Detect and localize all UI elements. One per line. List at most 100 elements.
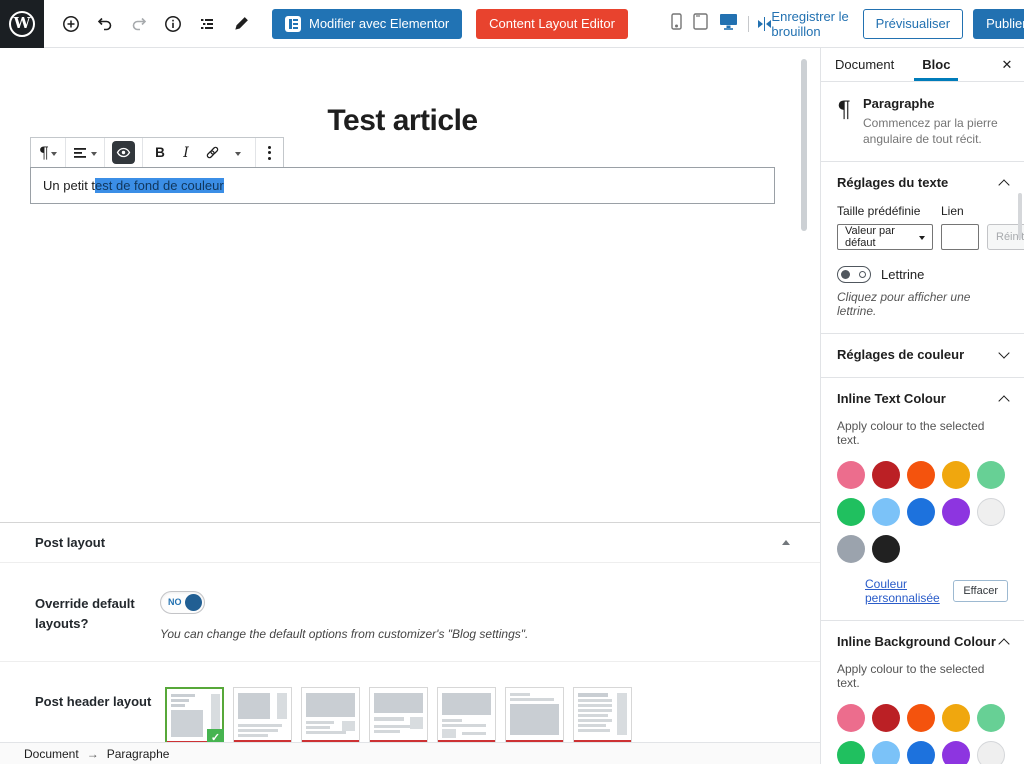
settings-sidebar: Document Bloc ✕ ¶ Paragraphe Commencez p… xyxy=(820,48,1024,764)
collapse-width-icon[interactable] xyxy=(758,17,772,31)
font-size-select[interactable]: Valeur par défaut xyxy=(837,224,933,250)
color-swatch[interactable] xyxy=(872,704,900,732)
wordpress-block-editor: W Modifier avec Elementor xyxy=(0,0,1024,764)
inline-text-colour-header[interactable]: Inline Text Colour xyxy=(837,391,1008,406)
desktop-preview-icon[interactable] xyxy=(718,12,739,36)
topbar-right-actions: Enregistrer le brouillon Prévisualiser P… xyxy=(771,9,1024,39)
color-settings-section: Réglages de couleur xyxy=(821,334,1024,378)
color-swatch[interactable] xyxy=(907,704,935,732)
selected-text: est de fond de couleur xyxy=(95,178,224,193)
color-swatch[interactable] xyxy=(837,704,865,732)
breadcrumb-arrow-icon: → xyxy=(87,747,99,761)
edit-with-elementor-button[interactable]: Modifier avec Elementor xyxy=(272,9,462,39)
text-colour-palette xyxy=(837,461,1009,563)
clear-colour-button[interactable]: Effacer xyxy=(953,580,1008,602)
block-toolbar: ¶ xyxy=(30,137,284,168)
layout-preview xyxy=(370,688,427,740)
breadcrumb: Document → Paragraphe xyxy=(0,742,820,764)
color-swatch[interactable] xyxy=(837,461,865,489)
color-swatch[interactable] xyxy=(907,461,935,489)
color-swatch[interactable] xyxy=(837,535,865,563)
text-settings-section: Réglages du texte Taille prédéfinie Lien… xyxy=(821,162,1024,334)
preview-button[interactable]: Prévisualiser xyxy=(863,9,963,39)
list-view-icon[interactable] xyxy=(192,9,222,39)
color-swatch[interactable] xyxy=(942,741,970,764)
edit-pencil-icon[interactable] xyxy=(226,9,256,39)
override-layouts-hint: You can change the default options from … xyxy=(160,627,528,641)
color-swatch[interactable] xyxy=(837,498,865,526)
font-size-label: Taille prédéfinie xyxy=(837,204,941,218)
layout-preview xyxy=(234,688,291,740)
wordpress-w-icon: W xyxy=(9,11,35,37)
layout-preview xyxy=(438,688,495,740)
close-icon[interactable]: ✕ xyxy=(990,48,1024,81)
color-swatch[interactable] xyxy=(977,704,1005,732)
breadcrumb-document[interactable]: Document xyxy=(24,747,79,761)
inline-background-colour-header[interactable]: Inline Background Colour xyxy=(837,634,1008,649)
chevron-down-icon xyxy=(998,348,1009,359)
color-swatch[interactable] xyxy=(977,498,1005,526)
toolbar-separator xyxy=(748,16,749,32)
paragraph-text: Un petit test de fond de couleur xyxy=(43,178,224,193)
color-settings-header[interactable]: Réglages de couleur xyxy=(837,347,1008,362)
editor-scrollbar[interactable] xyxy=(801,59,807,231)
inline-background-colour-section: Inline Background Colour Apply colour to… xyxy=(821,621,1024,764)
undo-button[interactable] xyxy=(90,9,120,39)
italic-button[interactable]: I xyxy=(173,138,199,167)
block-type-button[interactable]: ¶ xyxy=(35,138,61,167)
wordpress-logo[interactable]: W xyxy=(0,0,44,48)
override-layouts-toggle[interactable]: NO xyxy=(160,591,205,614)
inline-background-colour-hint: Apply colour to the selected text. xyxy=(837,662,1008,690)
color-swatch[interactable] xyxy=(942,461,970,489)
tab-document[interactable]: Document xyxy=(821,48,908,81)
redo-button[interactable] xyxy=(124,9,154,39)
toggle-knob xyxy=(185,594,202,611)
editor-topbar: W Modifier avec Elementor xyxy=(0,0,1024,48)
color-swatch[interactable] xyxy=(977,741,1005,764)
color-swatch[interactable] xyxy=(837,741,865,764)
block-card: ¶ Paragraphe Commencez par la pierre ang… xyxy=(821,82,1024,162)
align-left-icon xyxy=(73,146,89,160)
background-colour-palette xyxy=(837,704,1009,764)
color-swatch[interactable] xyxy=(872,498,900,526)
details-icon[interactable] xyxy=(158,9,188,39)
sidebar-tabs: Document Bloc ✕ xyxy=(821,48,1024,82)
content-layout-editor-button[interactable]: Content Layout Editor xyxy=(476,9,628,39)
bold-button[interactable]: B xyxy=(147,138,173,167)
post-title[interactable]: Test article xyxy=(30,104,775,138)
highlight-tool-button[interactable] xyxy=(109,138,138,167)
color-swatch[interactable] xyxy=(872,535,900,563)
breadcrumb-current: Paragraphe xyxy=(107,747,170,761)
layout-preview xyxy=(574,688,631,740)
metabox-header[interactable]: Post layout xyxy=(0,523,820,563)
color-swatch[interactable] xyxy=(872,461,900,489)
topbar-tools xyxy=(56,9,256,39)
color-swatch[interactable] xyxy=(942,704,970,732)
dropcap-toggle[interactable] xyxy=(837,266,871,283)
tab-bloc[interactable]: Bloc xyxy=(908,48,964,81)
color-swatch[interactable] xyxy=(942,498,970,526)
color-swatch[interactable] xyxy=(872,741,900,764)
link-button[interactable] xyxy=(199,138,225,167)
editor-workspace: Test article ¶ xyxy=(0,48,1024,764)
paragraph-block[interactable]: Un petit test de fond de couleur xyxy=(30,167,775,204)
color-swatch[interactable] xyxy=(907,498,935,526)
publish-button[interactable]: Publier… xyxy=(973,9,1024,39)
metabox-title: Post layout xyxy=(35,535,105,550)
save-draft-link[interactable]: Enregistrer le brouillon xyxy=(771,9,852,39)
block-options-button[interactable] xyxy=(260,146,279,160)
tablet-preview-icon[interactable] xyxy=(692,12,709,36)
mobile-preview-icon[interactable] xyxy=(670,12,683,36)
collapse-triangle-icon[interactable] xyxy=(782,540,790,545)
custom-size-input[interactable] xyxy=(941,224,979,250)
add-block-button[interactable] xyxy=(56,9,86,39)
more-rich-text-button[interactable] xyxy=(225,138,251,167)
text-align-button[interactable] xyxy=(70,138,100,167)
text-settings-header[interactable]: Réglages du texte xyxy=(837,175,1008,190)
custom-colour-link[interactable]: Couleur personnalisée xyxy=(865,577,953,605)
block-card-title: Paragraphe xyxy=(863,96,1008,111)
elementor-icon xyxy=(285,16,301,32)
color-swatch[interactable] xyxy=(907,741,935,764)
color-swatch[interactable] xyxy=(977,461,1005,489)
sidebar-scrollbar[interactable] xyxy=(1018,193,1022,239)
